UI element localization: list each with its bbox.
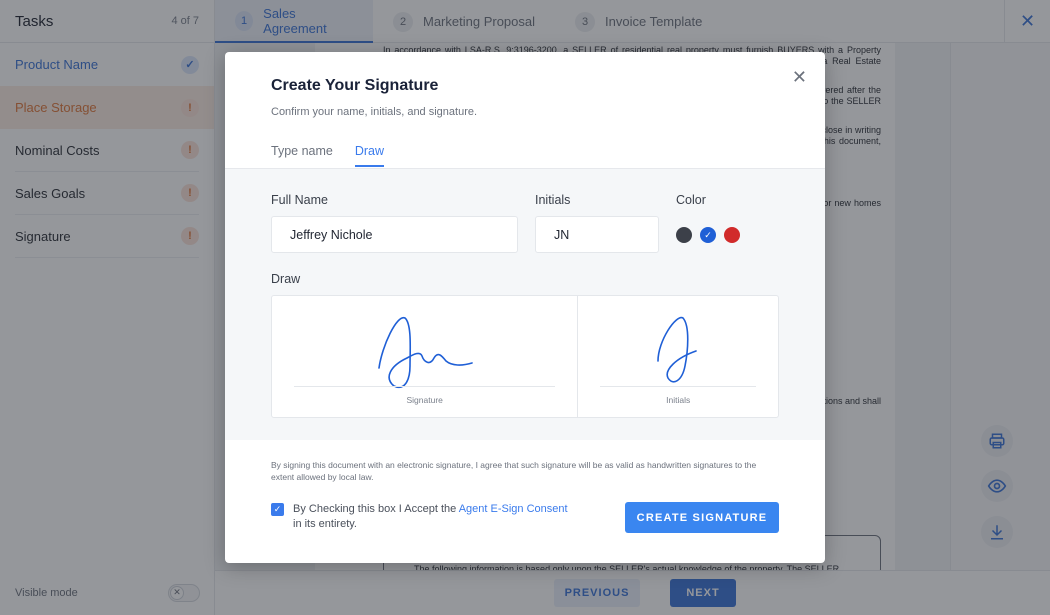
full-name-input[interactable]: Jeffrey Nichole (271, 216, 518, 253)
initials-input[interactable]: JN (535, 216, 659, 253)
signature-form: Full Name Jeffrey Nichole Initials JN Co… (225, 168, 825, 440)
draw-area: Signature Initials (271, 295, 779, 418)
tab-type-name[interactable]: Type name (271, 144, 333, 167)
check-icon: ✓ (273, 504, 282, 514)
color-swatch-red[interactable] (724, 227, 740, 243)
signature-baseline (294, 386, 556, 387)
draw-label: Draw (271, 272, 301, 286)
esign-consent-link[interactable]: Agent E-Sign Consent (459, 503, 568, 515)
check-icon: ✓ (704, 229, 712, 240)
dialog-subtitle: Confirm your name, initials, and signatu… (271, 106, 478, 118)
signature-pad[interactable]: Signature (272, 296, 579, 417)
consent-checkbox[interactable]: ✓ (271, 503, 284, 516)
consent-row: ✓ By Checking this box I Accept the Agen… (271, 502, 568, 532)
create-signature-dialog: ✕ Create Your Signature Confirm your nam… (225, 52, 825, 563)
color-swatch-blue[interactable]: ✓ (700, 227, 716, 243)
signature-caption: Signature (406, 395, 443, 405)
esign-disclaimer: By signing this document with an electro… (271, 460, 757, 482)
initials-baseline (600, 386, 756, 387)
create-signature-button[interactable]: CREATE SIGNATURE (625, 502, 779, 533)
dialog-title: Create Your Signature (271, 77, 439, 94)
initials-pad[interactable]: Initials (578, 296, 778, 417)
signature-mode-tabs: Type name Draw (271, 144, 385, 167)
color-swatch-dark-gray[interactable] (676, 227, 692, 243)
close-icon[interactable]: ✕ (792, 68, 807, 86)
full-name-label: Full Name (271, 193, 328, 207)
consent-text: By Checking this box I Accept the Agent … (293, 503, 568, 530)
color-label: Color (676, 193, 706, 207)
color-picker: ✓ (676, 227, 740, 243)
initials-label: Initials (535, 193, 571, 207)
tab-draw[interactable]: Draw (354, 144, 385, 167)
initials-caption: Initials (666, 395, 691, 405)
